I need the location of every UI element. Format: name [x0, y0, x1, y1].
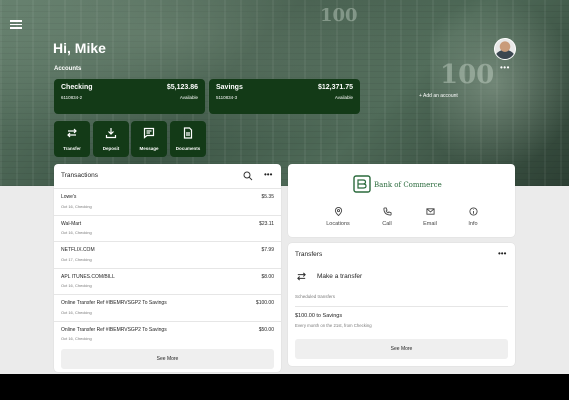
transfers-more-button[interactable]: •••: [498, 249, 506, 258]
account-balance: $5,123.86: [166, 84, 198, 91]
bank-logo-icon: [353, 175, 371, 193]
account-number: 6110834-2: [61, 95, 83, 100]
transactions-list: Lowe's Oct 16, Checking $5.35 Wal-Mart O…: [54, 188, 281, 348]
transfer-icon: [297, 272, 306, 281]
transfers-see-more-button[interactable]: See More: [295, 339, 508, 359]
account-name: Checking: [61, 84, 93, 91]
divider: [295, 306, 508, 307]
transaction-name: Lowe's: [61, 194, 77, 200]
hero-background-art-number: 100: [320, 5, 358, 26]
account-status: Available: [334, 95, 353, 100]
avatar[interactable]: [494, 38, 516, 60]
transaction-name: Online Transfer Ref #IBEMRVSGP2 To Savin…: [61, 326, 167, 333]
transaction-row[interactable]: Wal-Mart Oct 16, Checking $23.11: [54, 216, 281, 242]
transactions-see-more-button[interactable]: See More: [61, 349, 274, 369]
deposit-label: Deposit: [102, 146, 120, 151]
transaction-amount: $5.35: [261, 194, 274, 200]
bank-card: Bank of Commerce Locations Call Email In…: [288, 164, 515, 237]
transactions-card: Transactions ••• Lowe's Oct 16, Checking…: [54, 164, 281, 372]
call-button[interactable]: Call: [367, 207, 407, 227]
transaction-date: Oct 16, Checking: [61, 203, 92, 209]
transaction-amount: $100.00: [255, 300, 274, 306]
download-icon: [105, 128, 117, 139]
transaction-name: Wal-Mart: [61, 220, 82, 227]
info-icon: [468, 207, 478, 216]
transaction-date: Oct 16, Checking: [61, 230, 92, 235]
bank-logo[interactable]: Bank of Commerce: [353, 173, 453, 195]
scheduled-transfer-title[interactable]: $100.00 to Savings: [295, 313, 342, 319]
add-account-link[interactable]: + Add an account: [419, 93, 458, 99]
info-button[interactable]: Info: [453, 207, 493, 227]
email-icon: [425, 208, 435, 215]
message-button[interactable]: Message: [131, 121, 167, 157]
transaction-date: Oct 16, Checking: [61, 336, 92, 341]
transfer-button[interactable]: Transfer: [54, 121, 90, 157]
account-status: Available: [179, 95, 198, 100]
transaction-amount: $7.99: [261, 247, 274, 253]
transaction-name: APL ITUNES.COM/BILL: [61, 273, 115, 280]
account-balance: $12,371.75: [317, 84, 353, 91]
email-label: Email: [423, 221, 437, 227]
transfer-icon: [67, 128, 77, 138]
menu-icon[interactable]: [10, 20, 22, 29]
transfers-title: Transfers: [295, 251, 323, 258]
make-transfer-label: Make a transfer: [317, 273, 363, 280]
transaction-amount: $50.00: [258, 326, 274, 333]
email-button[interactable]: Email: [410, 207, 450, 227]
transfer-label: Transfer: [63, 146, 81, 151]
accounts-label: Accounts: [54, 66, 82, 72]
transactions-more-button[interactable]: •••: [264, 170, 272, 179]
call-label: Call: [382, 221, 392, 227]
account-number: 5110834-3: [216, 95, 238, 100]
scheduled-transfer-subtitle: Every month on the 21st, from Checking: [295, 323, 372, 328]
deposit-button[interactable]: Deposit: [93, 121, 129, 157]
documents-button[interactable]: Documents: [170, 121, 206, 157]
transaction-row[interactable]: Online Transfer Ref #IBEMRVSGP2 To Savin…: [54, 322, 281, 349]
info-label: Info: [468, 221, 478, 227]
transaction-date: Oct 16, Checking: [61, 309, 92, 315]
transaction-name: Online Transfer Ref #IBEMRVSGP2 To Savin…: [61, 300, 167, 306]
document-icon: [183, 127, 193, 139]
transaction-amount: $23.11: [259, 220, 274, 227]
message-label: Message: [139, 146, 159, 151]
documents-label: Documents: [175, 146, 201, 151]
transaction-row[interactable]: NETFLIX.COM Oct 17, Checking $7.99: [54, 242, 281, 269]
bank-name: Bank of Commerce: [374, 181, 442, 189]
hero-background-art-number: 100: [440, 60, 495, 90]
account-name: Savings: [216, 84, 243, 91]
greeting: Hi, Mike: [53, 40, 106, 56]
account-card-savings[interactable]: Savings 5110834-3 $12,371.75 Available: [209, 79, 360, 114]
transaction-date: Oct 17, Checking: [61, 256, 92, 262]
transaction-row[interactable]: Lowe's Oct 16, Checking $5.35: [54, 189, 281, 216]
account-card-checking[interactable]: Checking 6110834-2 $5,123.86 Available: [54, 79, 205, 114]
transfers-card: Transfers ••• Make a transfer Scheduled …: [288, 243, 515, 366]
scheduled-transfers-label: Scheduled transfers: [295, 294, 336, 299]
bottom-bar: [0, 374, 569, 400]
locations-button[interactable]: Locations: [318, 207, 358, 227]
location-pin-icon: [334, 207, 342, 216]
transaction-date: Oct 16, Checking: [61, 283, 92, 288]
transaction-row[interactable]: Online Transfer Ref #IBEMRVSGP2 To Savin…: [54, 295, 281, 322]
search-icon[interactable]: [243, 171, 253, 181]
make-transfer-button[interactable]: Make a transfer: [295, 269, 495, 285]
message-icon: [143, 127, 155, 139]
phone-icon: [382, 207, 392, 216]
transactions-title: Transactions: [61, 172, 98, 179]
transaction-amount: $8.00: [261, 273, 274, 280]
accounts-more-button[interactable]: •••: [500, 63, 510, 72]
locations-label: Locations: [326, 221, 350, 227]
transaction-name: NETFLIX.COM: [61, 247, 95, 253]
transaction-row[interactable]: APL ITUNES.COM/BILL Oct 16, Checking $8.…: [54, 269, 281, 295]
